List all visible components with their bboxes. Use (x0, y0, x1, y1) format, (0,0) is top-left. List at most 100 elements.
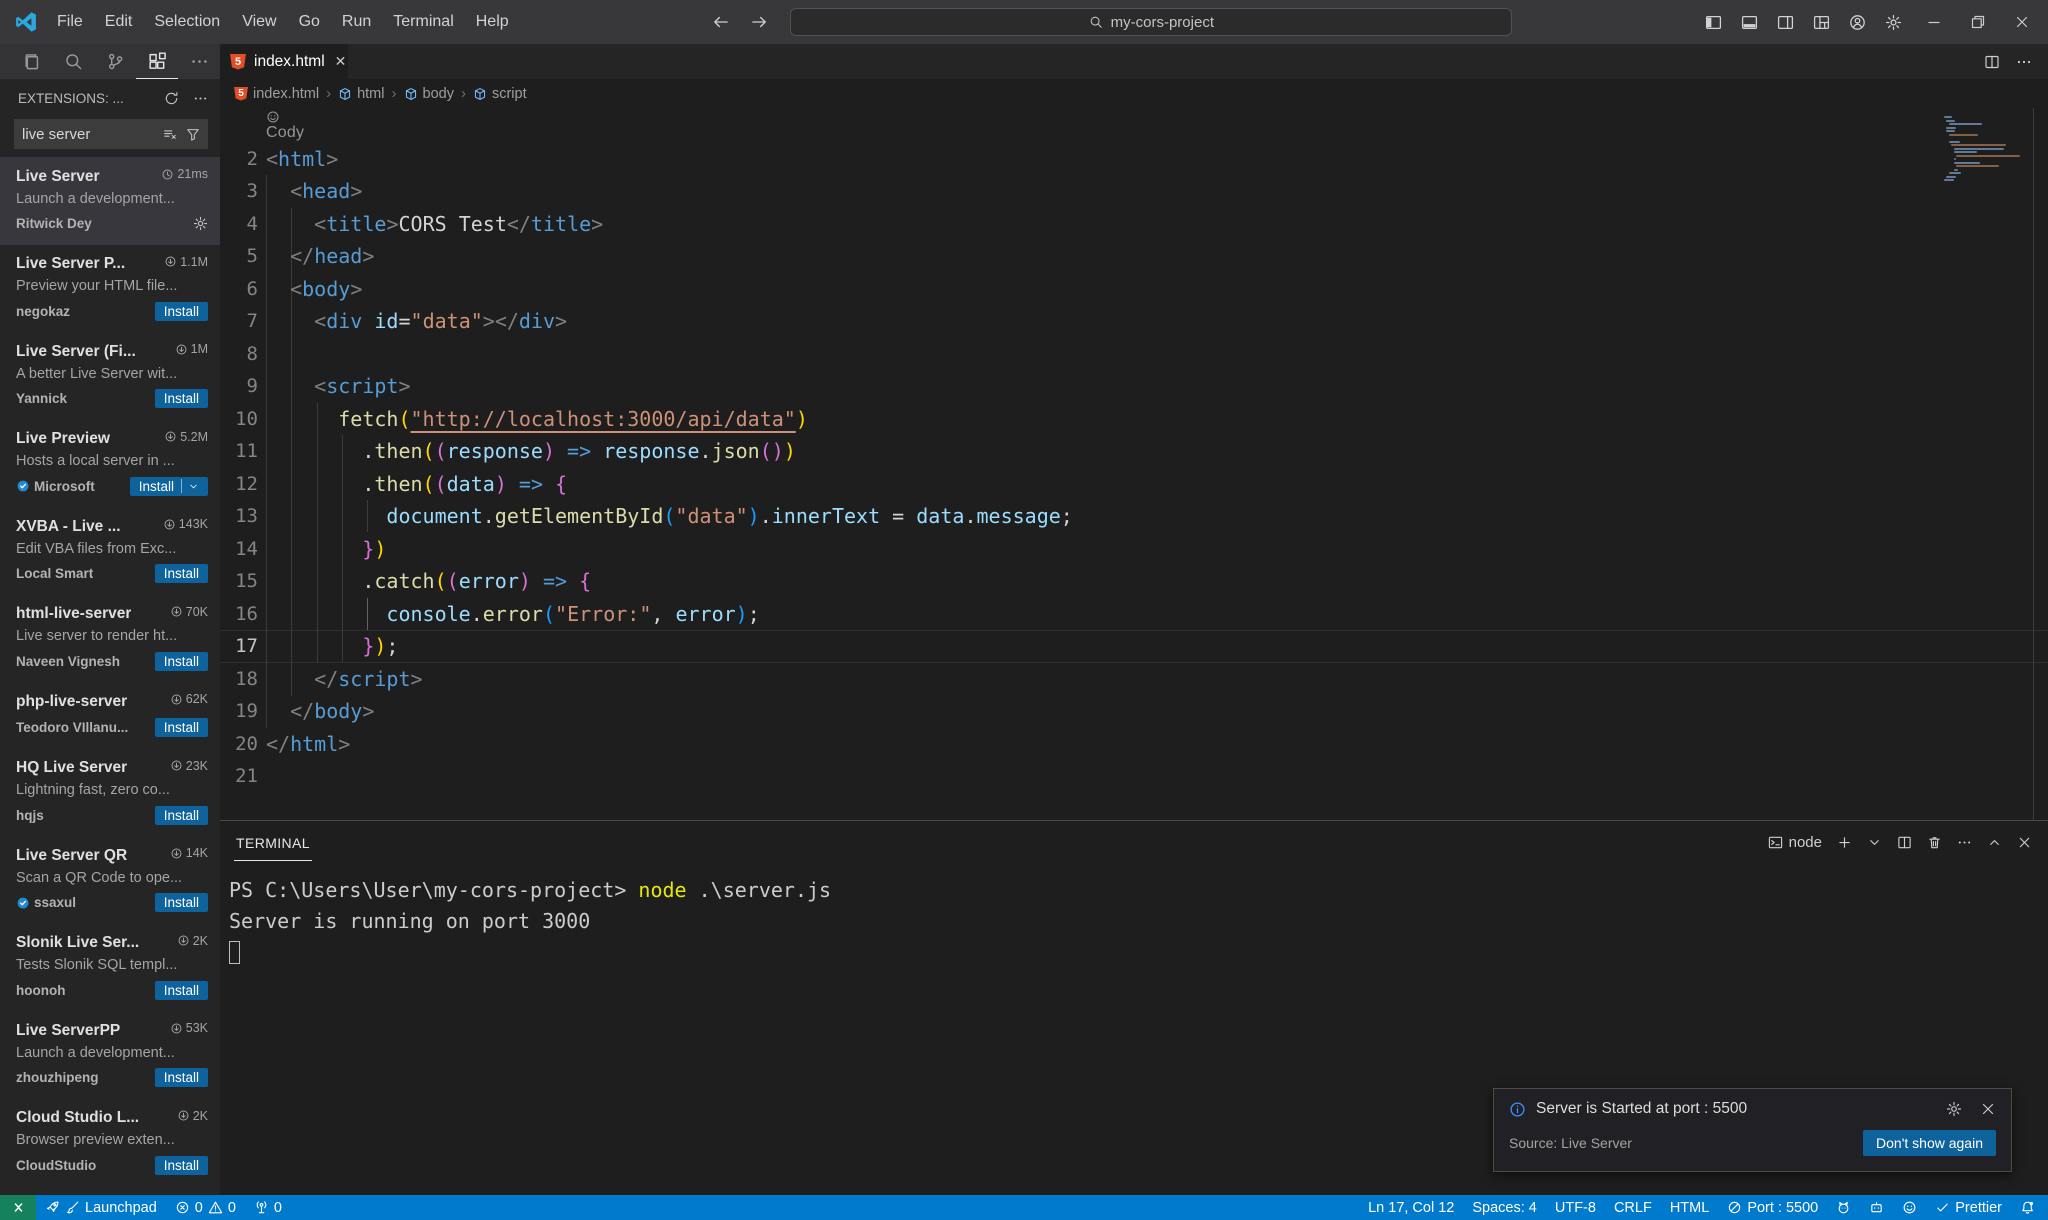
extensions-more-icon[interactable] (193, 91, 208, 106)
status-encoding[interactable]: UTF-8 (1546, 1195, 1605, 1220)
extension-list-item[interactable]: XVBA - Live ...143KEdit VBA files from E… (0, 507, 220, 595)
code-line[interactable]: 12 .then((data) => { (220, 468, 2048, 501)
code-editor[interactable]: Cody 2<html>3 <head>4 <title>CORS Test</t… (220, 108, 2048, 820)
menu-help[interactable]: Help (465, 0, 520, 44)
notification-settings-icon[interactable] (1946, 1101, 1962, 1117)
minimap[interactable] (1944, 116, 2030, 186)
refresh-extensions-icon[interactable] (164, 91, 179, 106)
extension-list-item[interactable]: Live Server P...1.1MPreview your HTML fi… (0, 245, 220, 333)
new-terminal-icon[interactable] (1837, 835, 1852, 850)
extension-list-item[interactable]: Slonik Live Ser...2KTests Slonik SQL tem… (0, 924, 220, 1012)
menu-terminal[interactable]: Terminal (382, 0, 464, 44)
status-extension-cat[interactable] (1827, 1195, 1860, 1220)
extension-list-item[interactable]: php-live-server62KTeodoro VIllanu...Inst… (0, 682, 220, 749)
activity-item-search[interactable] (52, 44, 94, 79)
extension-list-item[interactable]: Cloud Studio L...2KBrowser preview exten… (0, 1099, 220, 1187)
clear-extension-search-icon[interactable] (163, 127, 177, 141)
close-window-icon[interactable] (2014, 14, 2030, 30)
extension-list-item[interactable]: Live Preview5.2MHosts a local server in … (0, 420, 220, 508)
code-line[interactable]: 16 console.error("Error:", error); (220, 598, 2048, 631)
install-button[interactable]: Install (130, 477, 208, 496)
close-panel-icon[interactable] (2017, 835, 2032, 850)
code-line[interactable]: 20</html> (220, 728, 2048, 761)
code-line[interactable]: 6 <body> (220, 273, 2048, 306)
install-button[interactable]: Install (155, 302, 208, 321)
tab-terminal[interactable]: TERMINAL (234, 824, 312, 861)
toggle-primary-sidebar-icon[interactable] (1705, 14, 1722, 31)
extension-search-input[interactable]: live server (14, 119, 208, 149)
code-line[interactable]: 10 fetch("http://localhost:3000/api/data… (220, 403, 2048, 436)
code-line[interactable]: 19 </body> (220, 695, 2048, 728)
status-language-mode[interactable]: HTML (1661, 1195, 1718, 1220)
account-icon[interactable] (1849, 14, 1866, 31)
code-line[interactable]: 17 }); (220, 630, 2048, 663)
code-line[interactable]: 3 <head> (220, 175, 2048, 208)
menu-view[interactable]: View (231, 0, 287, 44)
menu-run[interactable]: Run (331, 0, 382, 44)
install-button[interactable]: Install (155, 893, 208, 912)
terminal-output[interactable]: PS C:\Users\User\my-cors-project> node .… (220, 863, 2048, 968)
activity-item-source-control[interactable] (94, 44, 136, 79)
code-line[interactable]: 14 }) (220, 533, 2048, 566)
maximize-panel-icon[interactable] (1987, 835, 2002, 850)
status-indentation[interactable]: Spaces: 4 (1463, 1195, 1546, 1220)
customize-layout-icon[interactable] (1813, 14, 1830, 31)
status-extension-robot[interactable] (1860, 1195, 1893, 1220)
code-line[interactable]: 9 <script> (220, 370, 2048, 403)
editor-more-actions-icon[interactable] (2016, 54, 2032, 70)
dont-show-again-button[interactable]: Don't show again (1863, 1130, 1996, 1156)
status-problems[interactable]: 00 (166, 1195, 245, 1220)
notification-close-icon[interactable] (1980, 1101, 1996, 1117)
extension-list-item[interactable]: Live ServerPP53KLaunch a development...z… (0, 1011, 220, 1099)
filter-extensions-icon[interactable] (186, 127, 200, 141)
settings-gear-icon[interactable] (1885, 14, 1902, 31)
install-button[interactable]: Install (155, 718, 208, 737)
breadcrumb-item[interactable]: body (404, 86, 454, 102)
command-center-search[interactable]: my-cors-project (790, 8, 1512, 36)
back-arrow-icon[interactable] (712, 13, 730, 31)
install-button[interactable]: Install (155, 389, 208, 408)
codelens-label[interactable]: Cody (266, 124, 304, 141)
chevron-down-icon[interactable] (188, 481, 199, 492)
code-line[interactable]: 4 <title>CORS Test</title> (220, 208, 2048, 241)
extension-list-item[interactable]: HQ Live Server23KLightning fast, zero co… (0, 749, 220, 837)
menu-file[interactable]: File (46, 0, 94, 44)
activity-item-explorer[interactable] (10, 44, 52, 79)
install-button[interactable]: Install (155, 806, 208, 825)
code-line[interactable]: 2<html> (220, 143, 2048, 176)
status-cody[interactable] (1893, 1195, 1926, 1220)
extension-list-item[interactable]: Live Server (Fi...1MA better Live Server… (0, 332, 220, 420)
breadcrumb-item[interactable]: script (473, 86, 527, 102)
code-line[interactable]: 11 .then((response) => response.json()) (220, 435, 2048, 468)
install-button[interactable]: Install (155, 1156, 208, 1175)
split-editor-icon[interactable] (1984, 54, 2000, 70)
status-live-server-port[interactable]: Port : 5500 (1718, 1195, 1827, 1220)
extension-list-item[interactable]: Live Server QR14KScan a QR Code to ope..… (0, 836, 220, 924)
tab-index-html[interactable]: 5 index.html ✕ (220, 44, 348, 79)
install-button[interactable]: Install (155, 981, 208, 1000)
install-button[interactable]: Install (155, 652, 208, 671)
restore-icon[interactable] (1970, 14, 1986, 30)
status-remote-indicator[interactable] (0, 1195, 36, 1220)
breadcrumb-item[interactable]: 5index.html (234, 86, 319, 102)
code-line[interactable]: 5 </head> (220, 240, 2048, 273)
toggle-panel-icon[interactable] (1741, 14, 1758, 31)
code-line[interactable]: Cody (220, 110, 2048, 143)
code-line[interactable]: 8 (220, 338, 2048, 371)
split-terminal-icon[interactable] (1897, 835, 1912, 850)
terminal-more-actions-icon[interactable] (1957, 835, 1972, 850)
extension-list-item[interactable]: Live Server21msLaunch a development...Ri… (0, 157, 220, 245)
tab-close-icon[interactable]: ✕ (335, 53, 347, 70)
activity-item-more-views[interactable] (178, 44, 220, 79)
install-button[interactable]: Install (155, 1068, 208, 1087)
extension-settings-gear-icon[interactable] (193, 216, 208, 231)
breadcrumb-item[interactable]: html (338, 86, 384, 102)
code-line[interactable]: 18 </script> (220, 663, 2048, 696)
code-line[interactable]: 21 (220, 760, 2048, 793)
menu-selection[interactable]: Selection (143, 0, 231, 44)
code-line[interactable]: 15 .catch((error) => { (220, 565, 2048, 598)
code-line[interactable]: 7 <div id="data"></div> (220, 305, 2048, 338)
extension-list-item[interactable]: html-live-server70KLive server to render… (0, 595, 220, 683)
forward-arrow-icon[interactable] (750, 13, 768, 31)
code-line[interactable]: 13 document.getElementById("data").inner… (220, 500, 2048, 533)
